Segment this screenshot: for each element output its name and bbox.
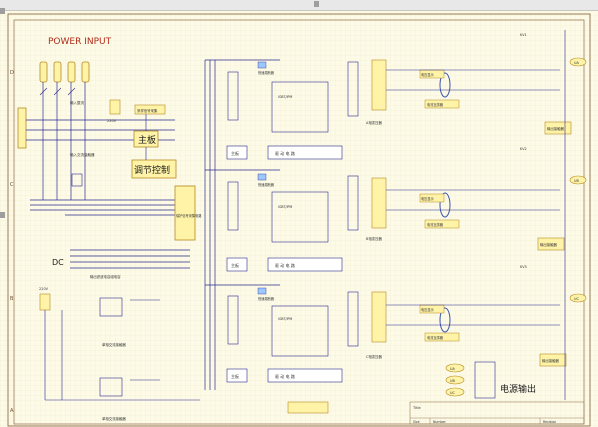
fuse-3-label: 快速熔断器: [258, 296, 275, 301]
terminal-ub: UB: [574, 179, 579, 183]
filter-caps-label: 输出滤波电容组电容: [90, 274, 121, 279]
kv-out-2-label: KV2: [520, 147, 527, 151]
terminal-uc: UC: [574, 297, 579, 301]
schematic-diagram: D C B A POWER INPUT 输入交流接触器 输入整流 220V 采样…: [0, 1, 598, 427]
drive-3-label: 驱 动 电 路: [275, 373, 295, 379]
voltage-display-3-label: 电压显示: [421, 307, 434, 312]
output-terminal-uc: UC: [450, 391, 455, 395]
v220-top-label: 220V: [107, 119, 117, 123]
output-contactor-2-label: 输出接触器: [540, 242, 558, 247]
current-transformer-2-label: 电流互感器: [427, 222, 444, 227]
drive-1-label: 驱 动 电 路: [275, 150, 295, 156]
dc-label: DC: [52, 258, 64, 267]
output-contactor-1-label: 输出接触器: [547, 126, 565, 131]
current-transformer-1-label: 电流互感器: [427, 102, 444, 107]
bottom-sample-board: [287, 401, 329, 414]
terminal-ua: UA: [574, 61, 579, 65]
relay-220v-top: [109, 99, 121, 115]
output-terminal-ua: UA: [450, 367, 455, 371]
kv-out-3-label: KV3: [520, 265, 527, 269]
board-3-label: 主板: [231, 373, 239, 379]
current-transformer-3-label: 电流互感器: [427, 335, 444, 340]
transformer-c: [371, 291, 387, 343]
title-block-number-label: Number: [433, 420, 446, 424]
fuse-1-label: 快速熔断器: [258, 70, 275, 75]
igbt-3-label: IGBT/IPM: [278, 317, 292, 321]
protect-sample-label: 保护信号采集电路: [176, 213, 202, 218]
transformer-a-label: A相变压器: [366, 120, 382, 125]
board-2-label: 主板: [231, 262, 239, 268]
v220-left-label: 220V: [39, 287, 49, 291]
row-label-c: C: [10, 182, 14, 188]
output-contactor-3-label: 输出接触器: [542, 358, 560, 363]
transformer-b: [371, 177, 387, 229]
main-board-label: 主板: [138, 134, 156, 146]
input-terminal-block: [17, 107, 27, 149]
grid-background: [0, 10, 598, 427]
sample-board-label: 采样信号采集: [137, 108, 158, 113]
transformer-b-label: B相变压器: [366, 236, 382, 241]
drive-2-label: 驱 动 电 路: [275, 262, 295, 268]
input-contactor-label: 输入交流接触器: [70, 152, 95, 157]
voltage-display-1-label: 电压显示: [421, 72, 434, 77]
ruler-marker-left[interactable]: [0, 212, 5, 218]
title-block-size-label: Size: [413, 420, 420, 424]
power-input-title: POWER INPUT: [48, 37, 112, 47]
ruler-marker-left-top[interactable]: [0, 8, 5, 14]
voltage-display-2-label: 电压显示: [421, 196, 434, 201]
power-output-label: 电源输出: [500, 383, 536, 395]
title-block-title-label: Title: [412, 406, 421, 410]
row-label-d: D: [10, 70, 14, 76]
ruler-marker-top[interactable]: [314, 1, 319, 7]
ac-contactor-1-label: 单相交流接触器: [102, 342, 126, 347]
board-1-label: 主板: [231, 150, 239, 156]
transformer-a: [371, 59, 387, 111]
kv-out-1-label: KV1: [520, 33, 527, 37]
output-terminal-ub: UB: [450, 379, 455, 383]
relay-220v-left: [39, 293, 51, 311]
row-label-a: A: [10, 408, 14, 414]
row-label-b: B: [10, 296, 14, 302]
rectifier-label: 输入整流: [70, 100, 84, 105]
ac-contactor-2-label: 单相交流接触器: [102, 416, 126, 421]
regulation-control-label: 调节控制: [134, 164, 170, 176]
title-block-revision-label: Revision: [543, 420, 556, 424]
igbt-1-label: IGBT/IPM: [278, 95, 292, 99]
transformer-c-label: C相变压器: [366, 354, 383, 359]
protect-sample-box: [174, 185, 196, 241]
igbt-2-label: IGBT/IPM: [278, 205, 292, 209]
fuse-2-label: 快速熔断器: [258, 182, 275, 187]
